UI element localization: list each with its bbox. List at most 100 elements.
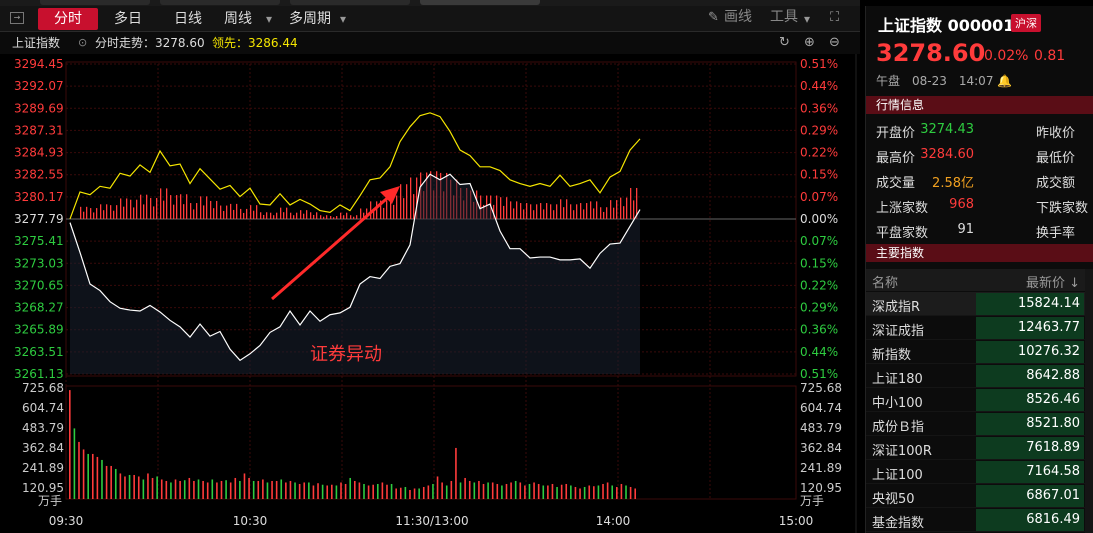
momentum-bar (183, 204, 185, 219)
tab-intraday[interactable]: 分时 (38, 8, 98, 30)
index-row[interactable]: 中小100 8526.46 (866, 388, 1093, 412)
momentum-bar (550, 204, 552, 219)
collapse-icon[interactable]: → (10, 12, 24, 24)
index-row[interactable]: 上证100 7164.58 (866, 460, 1093, 484)
col-price[interactable]: 最新价 ↓ (1026, 272, 1080, 291)
volume-bar (160, 479, 163, 499)
lead-label: 领先：3286.44 (212, 36, 298, 50)
momentum-bar (563, 207, 565, 219)
lead-line (69, 112, 641, 220)
y-tick-left: 3280.17 (14, 190, 64, 204)
tab-weekly[interactable]: 周线 (215, 8, 261, 30)
volume-bar (216, 482, 218, 499)
top-tab[interactable] (420, 0, 540, 5)
volume-bar (317, 483, 319, 499)
top-tab[interactable] (40, 0, 150, 5)
volume-bar (87, 453, 89, 499)
volume-bar (583, 486, 586, 499)
momentum-bar (306, 210, 308, 219)
momentum-bar (220, 205, 222, 219)
index-row[interactable]: 基金指数 6816.49 (866, 508, 1093, 532)
momentum-bar (410, 177, 412, 219)
top-tab[interactable] (160, 0, 280, 5)
tab-daily[interactable]: 日线 (165, 8, 211, 30)
volume-bar (602, 483, 604, 499)
volume-bar (625, 485, 627, 499)
momentum-bar (543, 209, 545, 219)
quote-panel: 上证指数 000001 沪深 3278.60 0.02% 0.81 午盘 08-… (865, 6, 1093, 533)
volume-bar (128, 474, 131, 499)
momentum-bar (203, 205, 205, 219)
momentum-bar (233, 209, 235, 219)
chart-header: 上证指数 ⊙ 分时走势：3278.60 领先：3286.44 ↻ ⊕ ⊖ (0, 32, 860, 54)
momentum-bar (403, 198, 405, 219)
momentum-bar (496, 195, 498, 219)
index-row[interactable]: 央视50 6867.01 (866, 484, 1093, 508)
tab-multi-period[interactable]: 多周期 (282, 8, 338, 30)
index-row[interactable]: 深成指R 15824.14 (866, 292, 1093, 316)
momentum-bar (596, 201, 598, 219)
index-row[interactable]: 成份Ｂ指 8521.80 (866, 412, 1093, 436)
momentum-bar (246, 208, 248, 219)
momentum-bar (240, 208, 242, 219)
index-row[interactable]: 上证180 8642.88 (866, 364, 1093, 388)
volume-bar (183, 480, 186, 499)
volume-bar (427, 485, 430, 499)
index-row[interactable]: 新指数 10276.32 (866, 340, 1093, 364)
momentum-bar (86, 206, 88, 219)
pencil-icon[interactable]: ✎ (708, 10, 719, 26)
volume-bar (616, 486, 618, 499)
refresh-icon[interactable]: ↻ (779, 35, 790, 51)
volume-bar (137, 476, 140, 499)
x-tick: 14:00 (596, 514, 631, 528)
y-tick-left: 3289.69 (14, 101, 64, 115)
index-name: 上证180 (872, 372, 923, 387)
index-name: 深成指R (872, 300, 921, 315)
tab-multiday[interactable]: 多日 (105, 8, 151, 30)
volume-bar (335, 485, 338, 499)
volume-bar (514, 480, 517, 499)
momentum-bar (186, 194, 188, 219)
scrollbar[interactable] (1085, 269, 1093, 533)
chevron-down-circle-icon[interactable]: ⊙ (78, 35, 87, 51)
volume-bar (445, 485, 448, 499)
tools-button[interactable]: 工具 (770, 9, 798, 25)
momentum-bar (336, 216, 338, 219)
quote-label-secondary: 换手率 (1036, 226, 1076, 241)
quote-label: 最高价 (876, 151, 916, 166)
zoom-out-icon[interactable]: ⊖ (829, 35, 840, 51)
draw-button[interactable]: 画线 (724, 9, 752, 25)
col-name[interactable]: 名称 (872, 272, 898, 291)
momentum-bar (290, 212, 292, 219)
volume-bar (303, 482, 306, 499)
bell-icon[interactable]: 🔔 (997, 74, 1012, 88)
chevron-down-icon[interactable]: ▾ (804, 11, 810, 27)
momentum-bar (280, 207, 282, 219)
volume-bar (239, 480, 241, 499)
volume-bar (611, 485, 614, 499)
volume-bar (629, 486, 632, 499)
y-tick-left: 3292.07 (14, 79, 64, 93)
quote-label-secondary: 下跌家数 (1036, 201, 1089, 216)
intraday-chart[interactable]: 3294.45 0.51% 3292.07 0.44% 3289.69 0.36% 3287… (0, 54, 860, 533)
momentum-bar (293, 215, 295, 219)
momentum-bar (560, 199, 562, 219)
momentum-bar (250, 205, 252, 219)
momentum-bar (320, 215, 322, 219)
quote-row: 上涨家数 968 下跌家数 (866, 193, 1093, 218)
index-row[interactable]: 深证成指 12463.77 (866, 316, 1093, 340)
momentum-bar (130, 199, 132, 219)
quote-row: 最高价 3284.60 最低价 (866, 143, 1093, 168)
volume-bar (422, 486, 425, 499)
volume-tick-right: 241.89 (800, 461, 842, 475)
chevron-down-icon[interactable]: ▾ (340, 11, 346, 27)
volume-bar (174, 479, 177, 499)
zoom-in-icon[interactable]: ⊕ (804, 35, 815, 51)
volume-tick-right: 120.95 (800, 481, 842, 495)
expand-icon[interactable]: ⛶ (830, 10, 839, 26)
index-row[interactable]: 深证100R 7618.89 (866, 436, 1093, 460)
chevron-down-icon[interactable]: ▾ (266, 11, 272, 27)
y-tick-left: 3270.65 (14, 278, 64, 292)
top-tab[interactable] (290, 0, 410, 5)
momentum-bar (620, 197, 622, 219)
